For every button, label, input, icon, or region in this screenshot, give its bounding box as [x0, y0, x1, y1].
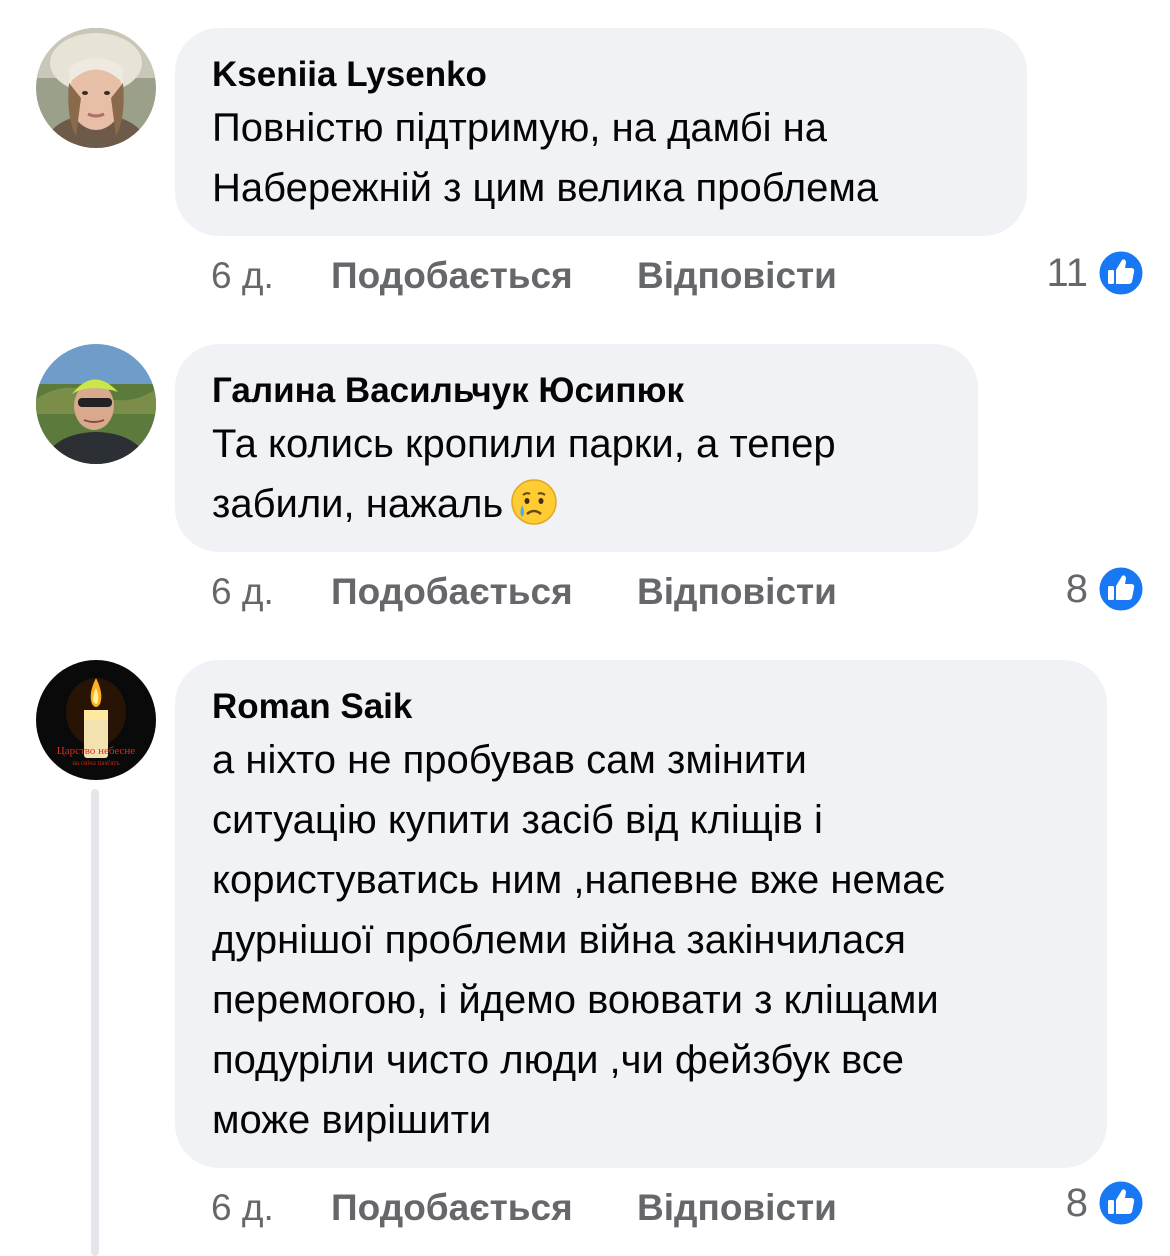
comment-text-line: користуватись ним ,напевне вже немає: [212, 858, 945, 902]
comment-bubble: Галина Васильчук Юсипюк Та колись кропил…: [175, 344, 978, 552]
like-button[interactable]: Подобається: [331, 1186, 637, 1230]
reaction-count: 8: [1065, 566, 1088, 611]
like-thumbs-up-icon: [1096, 248, 1146, 298]
comment-text-fragment: забили, нажаль: [212, 482, 504, 526]
comment-actions: 6 д. Подобається Відповісти: [211, 1186, 837, 1230]
comment-author[interactable]: Галина Васильчук Юсипюк: [212, 370, 942, 412]
crying-face-emoji: [511, 479, 558, 525]
comment-time[interactable]: 6 д.: [211, 570, 331, 614]
like-thumbs-up-icon: [1096, 564, 1146, 614]
comment-text: Та колись кропили парки, а тепер забили,…: [212, 414, 942, 534]
comment-time[interactable]: 6 д.: [211, 1186, 331, 1230]
comment-bubble: Kseniia Lysenko Повністю підтримую, на д…: [175, 28, 1027, 236]
comment-text-line: а ніхто не пробував сам змінити: [212, 738, 807, 782]
comment-actions: 6 д. Подобається Відповісти: [211, 570, 837, 614]
reply-button[interactable]: Відповісти: [637, 570, 837, 614]
comment-text: а ніхто не пробував сам змінити ситуацію…: [212, 730, 1071, 1150]
avatar[interactable]: [36, 28, 156, 148]
reply-button[interactable]: Відповісти: [637, 1186, 837, 1230]
woman-portrait-avatar: [36, 28, 156, 148]
like-button[interactable]: Подобається: [331, 254, 637, 298]
comment-text: Повністю підтримую, на дамбі на Набережн…: [212, 98, 991, 218]
comment-text-line: Та колись кропили парки, а тепер: [212, 422, 836, 466]
reaction-summary[interactable]: 11: [1046, 248, 1146, 298]
comment-text-line: Набережній з цим велика проблема: [212, 166, 879, 210]
comment-text-line: може вирішити: [212, 1098, 492, 1142]
comment-bubble: Roman Saik а ніхто не пробував сам зміни…: [175, 660, 1107, 1168]
comment-time[interactable]: 6 д.: [211, 254, 331, 298]
comment-text-line: дурнішої проблеми війна закінчилася: [212, 918, 906, 962]
avatar-caption: на свіча пам'ять: [72, 759, 119, 767]
like-button[interactable]: Подобається: [331, 570, 637, 614]
reaction-summary[interactable]: 8: [1066, 564, 1146, 614]
reaction-count: 11: [1046, 250, 1088, 295]
comment-text-line: перемогою, і йдемо воювати з кліщами: [212, 978, 939, 1022]
comment-author[interactable]: Roman Saik: [212, 686, 1071, 728]
comment-text-line: подуріли чисто люди ,чи фейзбук все: [212, 1038, 905, 1082]
comment-actions: 6 д. Подобається Відповісти: [211, 254, 837, 298]
reply-thread-line: [91, 789, 99, 1256]
reaction-count: 8: [1065, 1180, 1088, 1225]
avatar[interactable]: [36, 344, 156, 464]
memorial-candle-avatar: Царство небесне на свіча пам'ять: [36, 660, 156, 780]
comment-text-line: Повністю підтримую, на дамбі на: [212, 106, 827, 150]
like-thumbs-up-icon: [1096, 1178, 1146, 1228]
avatar-caption: Царство небесне: [57, 745, 136, 757]
comment-author[interactable]: Kseniia Lysenko: [212, 54, 991, 96]
avatar[interactable]: Царство небесне на свіча пам'ять: [36, 660, 156, 780]
comment-text-line: забили, нажаль: [212, 474, 942, 534]
comment-text-line: ситуацію купити засіб від кліщів і: [212, 798, 823, 842]
cyclist-portrait-avatar: [36, 344, 156, 464]
reaction-summary[interactable]: 8: [1066, 1178, 1146, 1228]
reply-button[interactable]: Відповісти: [637, 254, 837, 298]
